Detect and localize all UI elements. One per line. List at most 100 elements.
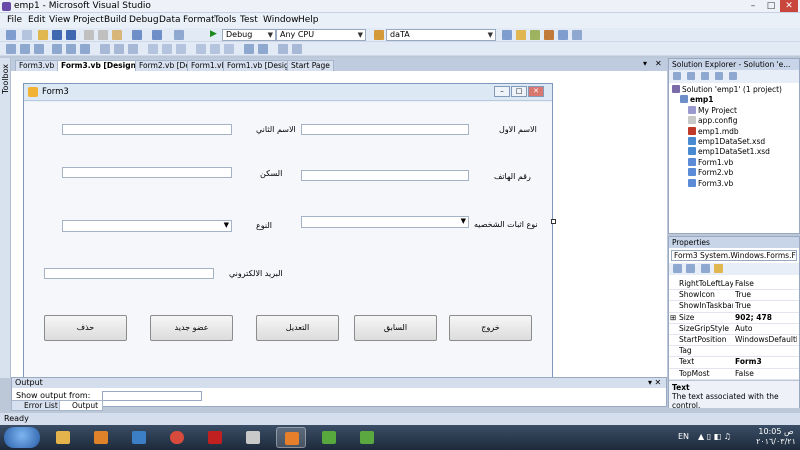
same-size-icon[interactable] — [128, 44, 138, 54]
solution-tree-item[interactable]: emp1DataSet.xsd — [672, 136, 798, 147]
center-vertically-icon[interactable] — [224, 44, 234, 54]
align-rights-icon[interactable] — [34, 44, 44, 54]
bring-to-front-icon[interactable] — [244, 44, 254, 54]
properties-window-icon[interactable] — [530, 30, 540, 40]
edit-button[interactable]: التعديل — [256, 315, 339, 341]
residence-input[interactable] — [62, 167, 232, 178]
events-icon[interactable] — [714, 264, 723, 273]
new-project-icon[interactable] — [6, 30, 16, 40]
taskbar-media-player[interactable] — [86, 427, 116, 448]
class-view-icon[interactable] — [558, 30, 568, 40]
menu-edit[interactable]: Edit — [25, 14, 48, 26]
menu-tools[interactable]: Tools — [211, 14, 239, 26]
property-row[interactable]: RightToLeftLayo False — [669, 279, 799, 291]
property-row[interactable]: Tag — [669, 346, 799, 358]
exit-button[interactable]: خروج — [449, 315, 532, 341]
tab-form3-design[interactable]: Form3.vb [Design] — [57, 60, 144, 71]
solution-tree-item[interactable]: My Project — [672, 105, 798, 116]
taskbar-folder[interactable] — [124, 427, 154, 448]
tray-icons[interactable]: ▲ ▯ ◧ ♫ — [698, 432, 731, 441]
toolbox-icon[interactable] — [544, 30, 554, 40]
solution-tree-item[interactable]: Form1.vb — [672, 157, 798, 168]
alphabetical-icon[interactable] — [686, 264, 695, 273]
property-row[interactable]: SizeGripStyle Auto — [669, 324, 799, 335]
tab-output[interactable]: Output — [59, 400, 104, 411]
find-in-files-icon[interactable] — [502, 30, 512, 40]
solution-tree-item[interactable]: Solution 'emp1' (1 project) — [672, 85, 798, 95]
align-bottoms-icon[interactable] — [80, 44, 90, 54]
decrease-spacing-icon[interactable] — [176, 44, 186, 54]
property-value[interactable]: Form3 — [735, 357, 797, 367]
output-pin-icon[interactable]: ▾ ✕ — [648, 378, 661, 387]
horizontal-spacing-icon[interactable] — [148, 44, 158, 54]
tab-start-page[interactable]: Start Page — [287, 60, 334, 71]
taskbar-utorrent[interactable] — [352, 427, 382, 448]
menu-file[interactable]: File — [4, 14, 25, 26]
taskbar-chrome[interactable] — [162, 427, 192, 448]
solution-tree-item[interactable]: Form3.vb — [672, 178, 798, 189]
language-indicator[interactable]: EN — [678, 432, 689, 441]
start-debug-icon[interactable]: ▶ — [210, 29, 217, 39]
align-middles-icon[interactable] — [66, 44, 76, 54]
undo-icon[interactable] — [132, 30, 142, 40]
property-row[interactable]: ShowInTaskbar True — [669, 301, 799, 313]
align-centers-icon[interactable] — [20, 44, 30, 54]
second-name-input[interactable] — [62, 124, 232, 135]
vertical-spacing-icon[interactable] — [196, 44, 206, 54]
property-row[interactable]: TopMost False — [669, 369, 799, 380]
new-member-button[interactable]: عضو جديد — [150, 315, 233, 341]
previous-button[interactable]: السابق — [354, 315, 437, 341]
properties-object-select[interactable]: Form3 System.Windows.Forms.Form — [671, 250, 797, 261]
open-icon[interactable] — [38, 30, 48, 40]
config-select[interactable]: Debug ▼ — [222, 29, 276, 41]
center-horizontally-icon[interactable] — [210, 44, 220, 54]
phone-input[interactable] — [301, 170, 469, 181]
resize-handle-right[interactable] — [551, 219, 556, 224]
same-height-icon[interactable] — [114, 44, 124, 54]
navigate-icon[interactable] — [174, 30, 184, 40]
minimize-icon[interactable]: – — [744, 0, 762, 12]
solution-tree-item[interactable]: emp1.mdb — [672, 126, 798, 137]
tab-list-icon[interactable]: ▾ — [643, 59, 647, 68]
save-icon[interactable] — [52, 30, 62, 40]
property-row[interactable]: Text Form3 — [669, 357, 799, 369]
same-width-icon[interactable] — [100, 44, 110, 54]
solution-tree-item[interactable]: app.config — [672, 116, 798, 126]
maximize-icon[interactable]: □ — [762, 0, 780, 12]
property-row[interactable]: ShowIcon True — [669, 290, 799, 302]
properties-icon[interactable] — [673, 72, 681, 80]
increase-spacing-icon[interactable] — [162, 44, 172, 54]
property-value[interactable]: False — [735, 279, 797, 289]
toolbox-strip[interactable]: Toolbox — [0, 58, 11, 378]
tab-order-icon[interactable] — [278, 44, 288, 54]
property-value[interactable]: True — [735, 301, 797, 311]
email-input[interactable] — [44, 268, 214, 279]
delete-button[interactable]: حذف — [44, 315, 127, 341]
gender-select[interactable]: ▼ — [62, 220, 232, 232]
align-lefts-icon[interactable] — [6, 44, 16, 54]
solution-tree-item[interactable]: emp1 — [672, 95, 798, 105]
property-row[interactable]: StartPosition WindowsDefaultL — [669, 335, 799, 347]
menu-test[interactable]: Test — [237, 14, 261, 26]
close-icon[interactable]: ✕ — [780, 0, 798, 12]
close-document-icon[interactable]: ✕ — [655, 59, 662, 68]
property-row[interactable]: ⊞ Size 902; 478 — [669, 313, 799, 324]
property-value[interactable]: True — [735, 290, 797, 300]
paste-icon[interactable] — [112, 30, 122, 40]
solution-explorer-icon[interactable] — [516, 30, 526, 40]
clock[interactable]: 10:05 ص ٢٠١٦/٠٣/٢١ — [754, 427, 798, 447]
property-value[interactable]: Auto — [735, 324, 797, 334]
taskbar-app[interactable] — [238, 427, 268, 448]
taskbar-acrobat[interactable] — [200, 427, 230, 448]
tab-error-list[interactable]: Error List — [11, 400, 63, 411]
save-all-icon[interactable] — [66, 30, 76, 40]
taskbar-explorer[interactable] — [48, 427, 78, 448]
solution-tree-item[interactable]: emp1DataSet1.xsd — [672, 147, 798, 157]
lock-controls-icon[interactable] — [292, 44, 302, 54]
redo-icon[interactable] — [152, 30, 162, 40]
taskbar-download[interactable] — [314, 427, 344, 448]
cut-icon[interactable] — [84, 30, 94, 40]
id-type-select[interactable]: ▼ — [301, 216, 469, 228]
start-button[interactable] — [4, 427, 40, 448]
add-item-icon[interactable] — [22, 30, 32, 40]
